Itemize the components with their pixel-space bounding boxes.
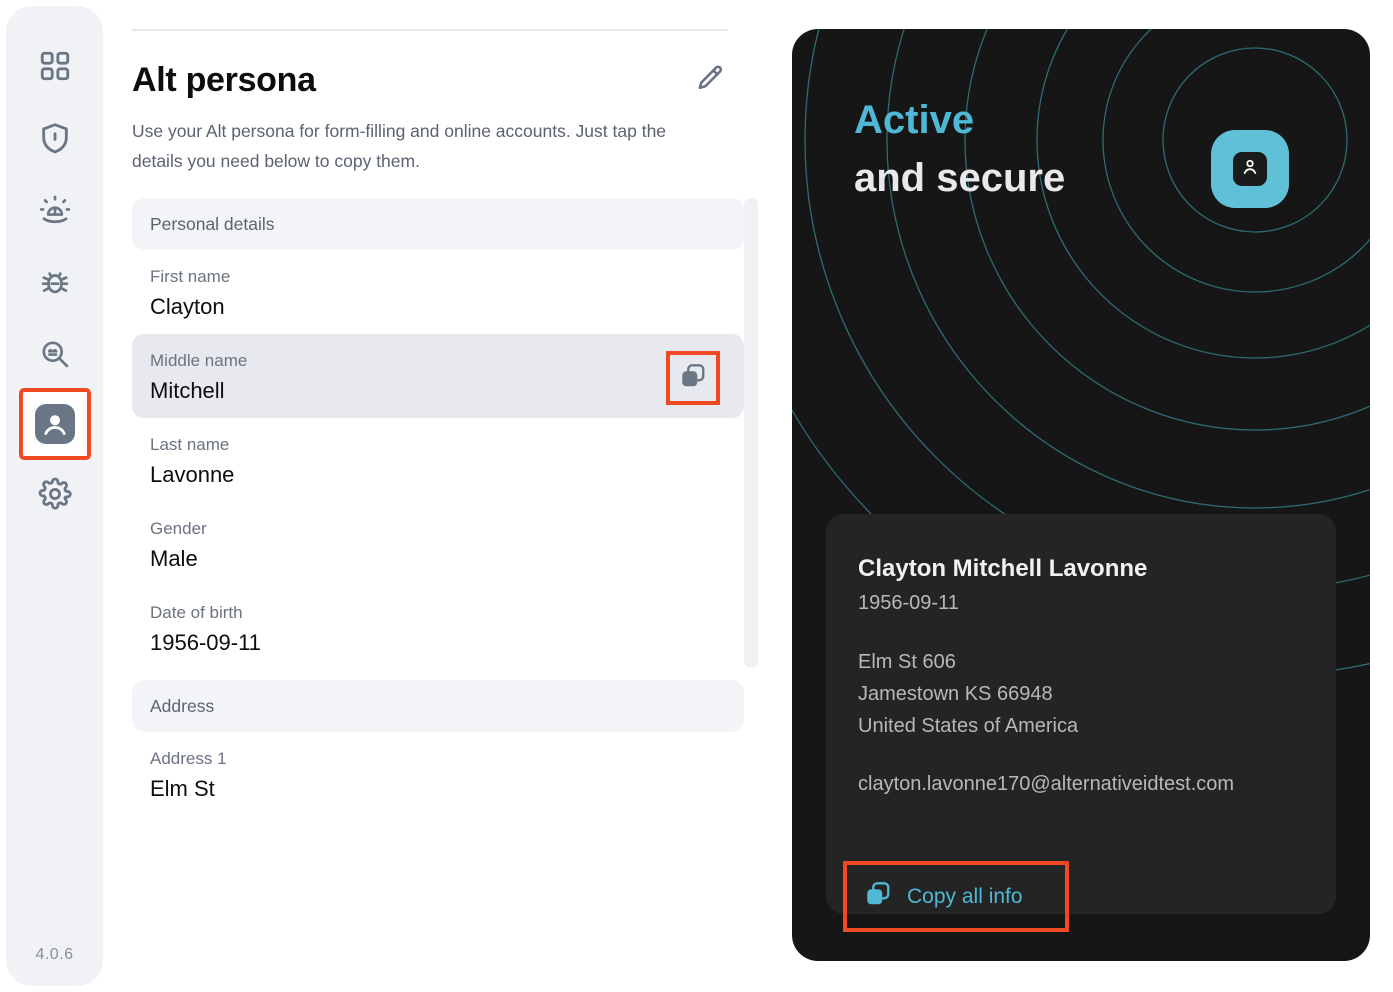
sidebar: 4.0.6 [6, 6, 103, 986]
field-texts: First name Clayton [150, 264, 230, 324]
sidebar-item-settings[interactable] [19, 458, 91, 530]
status-headline: Active and secure [854, 91, 1065, 207]
persona-panel: Alt persona Use your Alt persona for for… [132, 60, 744, 816]
field-texts: Date of birth 1956-09-11 [150, 600, 261, 660]
address-line: Elm St 606 [858, 646, 1304, 678]
field-gender[interactable]: Gender Male [132, 502, 744, 586]
avatar [1211, 130, 1289, 208]
search-virus-icon [38, 337, 72, 371]
field-value: Clayton [150, 290, 230, 324]
pencil-icon [694, 63, 726, 98]
section-header-personal-details: Personal details [132, 198, 744, 250]
copy-middle-name-button[interactable] [666, 351, 720, 405]
edit-persona-button[interactable] [690, 60, 730, 100]
card-date-of-birth: 1956-09-11 [858, 586, 1304, 620]
field-middle-name[interactable]: Middle name Mitchell [132, 334, 744, 418]
bug-icon [38, 265, 72, 299]
persona-info-card: Clayton Mitchell Lavonne 1956-09-11 Elm … [826, 514, 1336, 914]
field-texts: Gender Male [150, 516, 207, 576]
title-row: Alt persona [132, 60, 744, 100]
field-label: Date of birth [150, 600, 261, 626]
content-scrollbar[interactable] [744, 198, 758, 668]
shield-icon [38, 121, 72, 155]
sidebar-item-alerts[interactable] [19, 174, 91, 246]
copy-all-info-button[interactable]: Copy all info [843, 861, 1069, 932]
page-title: Alt persona [132, 61, 316, 100]
copy-icon [863, 879, 893, 914]
status-panel: Active and secure Clayton Mitchell Lavon… [792, 29, 1370, 961]
field-value: Elm St [150, 772, 227, 806]
field-address-1[interactable]: Address 1 Elm St [132, 732, 744, 816]
field-first-name[interactable]: First name Clayton [132, 250, 744, 334]
sidebar-item-scan[interactable] [19, 318, 91, 390]
sidebar-nav [6, 30, 103, 530]
avatar-inner [1233, 152, 1267, 186]
sidebar-item-dashboard[interactable] [19, 30, 91, 102]
gear-icon [38, 477, 72, 511]
card-address: Elm St 606 Jamestown KS 66948 United Sta… [858, 646, 1304, 742]
grid-icon [38, 49, 72, 83]
field-label: Address 1 [150, 746, 227, 772]
status-line-secure: and secure [854, 149, 1065, 207]
scrollbar-thumb[interactable] [744, 198, 758, 668]
field-texts: Middle name Mitchell [150, 348, 247, 408]
field-last-name[interactable]: Last name Lavonne [132, 418, 744, 502]
person-icon [33, 402, 77, 446]
copy-icon [678, 361, 708, 396]
alarm-icon [38, 193, 72, 227]
field-label: Middle name [150, 348, 247, 374]
field-texts: Address 1 Elm St [150, 746, 227, 806]
sidebar-item-persona[interactable] [21, 390, 89, 458]
address-line: Jamestown KS 66948 [858, 678, 1304, 710]
card-email: clayton.lavonne170@alternativeidtest.com [858, 768, 1304, 800]
field-value: 1956-09-11 [150, 626, 261, 660]
address-line: United States of America [858, 710, 1304, 742]
field-label: Gender [150, 516, 207, 542]
field-label: First name [150, 264, 230, 290]
person-icon [1239, 156, 1261, 183]
top-divider [132, 29, 728, 31]
field-value: Male [150, 542, 207, 576]
page-subtitle: Use your Alt persona for form-filling an… [132, 116, 712, 176]
copy-all-info-label: Copy all info [907, 885, 1023, 909]
field-value: Mitchell [150, 374, 247, 408]
field-date-of-birth[interactable]: Date of birth 1956-09-11 [132, 586, 744, 670]
status-line-active: Active [854, 91, 1065, 149]
field-value: Lavonne [150, 458, 234, 492]
app-root: 4.0.6 Alt persona Use your Alt persona f… [0, 0, 1393, 992]
app-version: 4.0.6 [6, 946, 103, 964]
sidebar-item-threats[interactable] [19, 246, 91, 318]
field-texts: Last name Lavonne [150, 432, 234, 492]
main-content: Alt persona Use your Alt persona for for… [118, 0, 778, 992]
field-label: Last name [150, 432, 234, 458]
card-full-name: Clayton Mitchell Lavonne [858, 552, 1304, 586]
section-header-address: Address [132, 680, 744, 732]
sidebar-item-protection[interactable] [19, 102, 91, 174]
